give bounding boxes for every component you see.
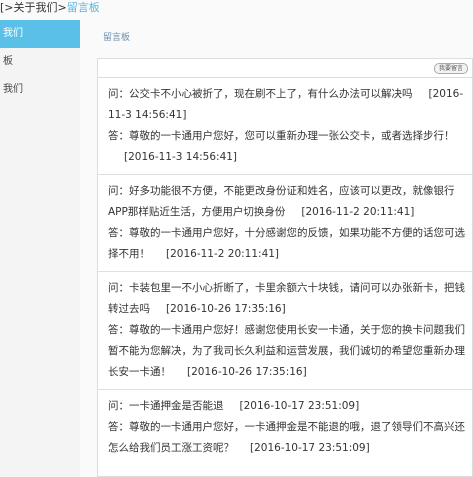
sidebar-item-about-us[interactable]: 我们 [0,20,80,48]
breadcrumb: [>关于我们>留言板 [0,0,100,16]
answer-text: 答：尊敬的一卡通用户您好，您可以重新办理一张公交卡，或者选择步行！ [108,130,455,142]
message-entry: 问：一卡通押金是否能退 [2016-10-17 23:51:09] 答：尊敬的一卡… [98,390,472,465]
question-timestamp: [2016-10-17 23:51:09] [239,400,360,412]
sidebar-item-contact-us[interactable]: 我们 [0,76,80,104]
message-entry: 问：公交卡不小心被折了，现在刷不上了，有什么办法可以解决吗 [2016-11-3 … [98,78,472,175]
answer-timestamp: [2016-10-17 23:51:09] [250,442,370,454]
answer-line: 答：尊敬的一卡通用户您好，一卡通押金是不能退的哦，退了领导们不高兴还怎么给我们员… [108,417,466,459]
question-text: 问：卡装包里一不小心折断了，卡里余额六十块钱，请问可以办张新卡，把钱转过去吗 [108,282,465,315]
answer-timestamp: [2016-10-26 17:35:16] [187,366,307,378]
leave-message-button[interactable]: 我要留言 [433,63,468,74]
sidebar: 我们 板 我们 [0,20,80,477]
answer-text: 答：尊敬的一卡通用户您好，十分感谢您的反馈，如果功能不方便的话您可选择不用！ [108,227,465,260]
message-entry: 问：卡装包里一不小心折断了，卡里余额六十块钱，请问可以办张新卡，把钱转过去吗 [2… [98,272,472,390]
question-line: 问：公交卡不小心被折了，现在刷不上了，有什么办法可以解决吗 [2016-11-3 … [108,84,466,126]
breadcrumb-path[interactable]: [>关于我们> [0,1,67,14]
panel-title: 留言板 [103,33,131,43]
question-timestamp: [2016-10-26 17:35:16] [166,303,286,315]
question-line: 问：好多功能很不方便，不能更改身份证和姓名，应该可以更改，就像银行APP那样贴近… [108,181,466,223]
toolbar: 我要留言 [98,59,472,78]
answer-timestamp: [2016-11-2 20:11:41] [166,248,280,260]
answer-line: 答：尊敬的一卡通用户您好！感谢您使用长安一卡通，关于您的换卡问题我们暂不能为您解… [108,320,466,383]
answer-line: 答：尊敬的一卡通用户您好，您可以重新办理一张公交卡，或者选择步行！ [2016-1… [108,126,466,168]
question-text: 问：公交卡不小心被折了，现在刷不上了，有什么办法可以解决吗 [108,88,413,100]
breadcrumb-current: 留言板 [66,1,100,14]
answer-line: 答：尊敬的一卡通用户您好，十分感谢您的反馈，如果功能不方便的话您可选择不用！ [2… [108,223,466,265]
message-entry: 问：好多功能很不方便，不能更改身份证和姓名，应该可以更改，就像银行APP那样贴近… [98,175,472,272]
answer-timestamp: [2016-11-3 14:56:41] [124,151,238,163]
question-timestamp: [2016-11-2 20:11:41] [301,206,415,218]
message-list-panel: 我要留言 问：公交卡不小心被折了，现在刷不上了，有什么办法可以解决吗 [2016-… [97,58,473,477]
question-text: 问：一卡通押金是否能退 [108,400,224,412]
question-line: 问：卡装包里一不小心折断了，卡里余额六十块钱，请问可以办张新卡，把钱转过去吗 [2… [108,278,466,320]
sidebar-item-message-board[interactable]: 板 [0,48,80,76]
question-line: 问：一卡通押金是否能退 [2016-10-17 23:51:09] [108,396,466,417]
